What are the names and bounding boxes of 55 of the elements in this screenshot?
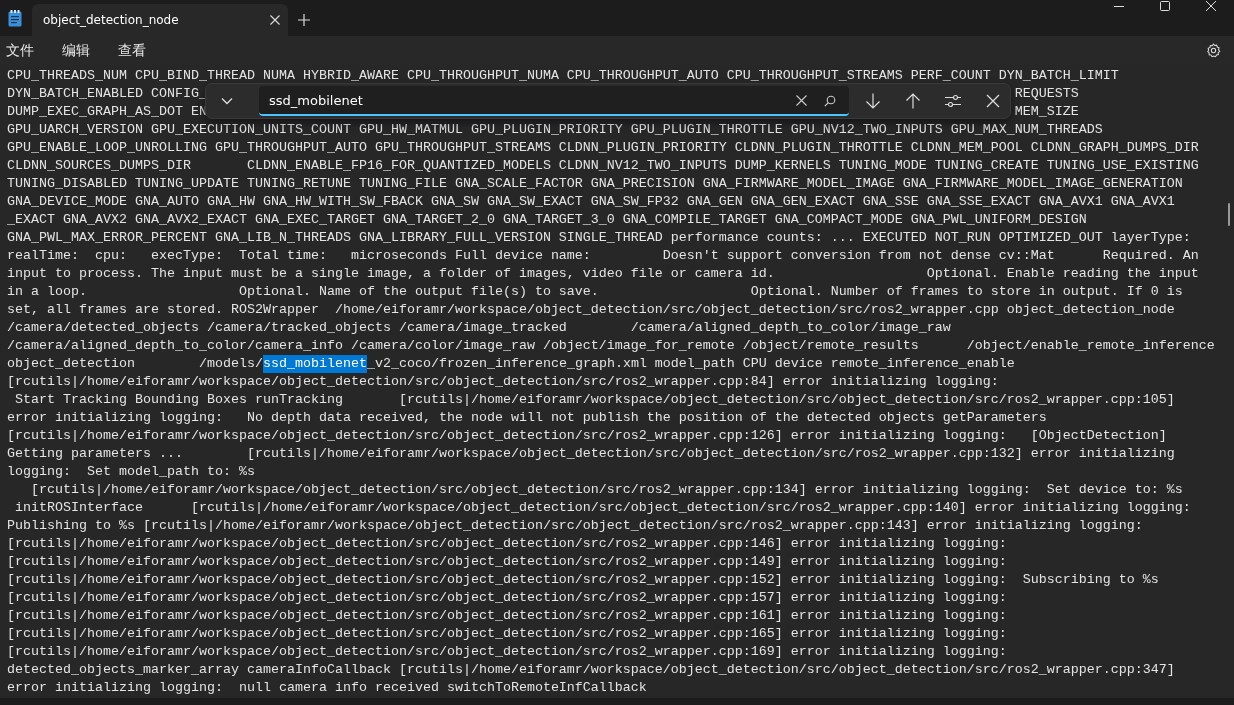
- text-line: Start Tracking Bounding Boxes runTracking [rcutils|/home/eiforamr/workspace/object_detection/src/object_detection/src/ros2_wrapper.cpp:105]: [14, 391, 1175, 409]
- sliders-icon[interactable]: [945, 93, 961, 109]
- text-line: CLDNN_SOURCES_DUMPS_DIR CLDNN_ENABLE_FP16_FOR_QUANTIZED_MODELS CLDNN_NV12_TWO_INPUTS DUMP_KERNELS TUNING_MODE TUNING_CREATE TUNING_USE_EXISTING: [7, 157, 1199, 175]
- text-line: input to process. The input must be a single image, a folder of images, video file or camera id. Optional. Enable reading the input: [7, 265, 1199, 283]
- text-line: [rcutils|/home/eiforamr/workspace/object_detection/src/object_detection/src/ros2_wrapper.cpp:84] error initializing logging:: [7, 373, 999, 391]
- text-line: GNA_DEVICE_MODE GNA_AUTO GNA_HW GNA_HW_WITH_SW_FBACK GNA_SW GNA_SW_EXACT GNA_SW_FP32 GNA_GEN GNA_GEN_EXACT GNA_SSE GNA_SSE_EXACT GNA_AVX1 GNA_AVX1: [7, 193, 1175, 211]
- text-line: initROSInterface [rcutils|/home/eiforamr/workspace/object_detection/src/object_detection/src/ros2_wrapper.cpp:140] error initializing logging:: [14, 499, 1191, 517]
- notepad-icon: [8, 10, 22, 27]
- text-line: [rcutils|/home/eiforamr/workspace/object_detection/src/object_detection/src/ros2_wrapper.cpp:146] error initializing logging:: [7, 535, 1007, 553]
- search-icon[interactable]: [824, 95, 836, 107]
- text-line: realTime: cpu: execType: Total time: microseconds Full device name: Doesn't support conversion from not dense cv::Mat Required. An: [7, 247, 1199, 265]
- text-line: in a loop. Optional. Name of the output file(s) to save. Optional. Number of frames to store in output. If 0 is: [7, 283, 1183, 301]
- text-line: GPU_UARCH_VERSION GPU_EXECUTION_UNITS_COUNT GPU_HW_MATMUL GPU_PLUGIN_PRIORITY GPU_PLUGIN_THROTTLE GPU_NV12_TWO_INPUTS GPU_MAX_NUM_THREADS: [7, 121, 1103, 139]
- search-match: ssd_mobilenet: [262, 355, 367, 373]
- clear-icon[interactable]: [796, 95, 807, 106]
- text-line: DYN_BATCH_ENABLED CONFIG_: [7, 85, 207, 103]
- text-line: _v2_coco/frozen_inference_graph.xml model_path CPU device remote_inference_enable: [366, 355, 1015, 373]
- text-line: logging: Set model_path to: %s: [7, 463, 255, 481]
- arrow-up-icon[interactable]: [905, 93, 921, 109]
- text-line: set, all frames are stored. ROS2Wrapper /home/eiforamr/workspace/object_detection/src/object_detection/src/ros2_wrapper.cpp object_detection_node: [7, 301, 1175, 319]
- text-line: GPU_ENABLE_LOOP_UNROLLING GPU_THROUGHPUT_AUTO GPU_THROUGHPUT_STREAMS CLDNN_PLUGIN_PRIORITY CLDNN_PLUGIN_THROTTLE CLDNN_MEM_POOL CLDNN_GRAPH_DUMPS_DIR: [7, 139, 1199, 157]
- text-line: CPU_THREADS_NUM CPU_BIND_THREAD NUMA HYBRID_AWARE CPU_THROUGHPUT_NUMA CPU_THROUGHPUT_AUTO CPU_THROUGHPUT_STREAMS PERF_COUNT DYN_BATCH_LIMIT: [7, 67, 1119, 85]
- menu-item[interactable]: 编辑: [62, 41, 90, 60]
- text-line: [rcutils|/home/eiforamr/workspace/object_detection/src/object_detection/src/ros2_wrapper.cpp:161] error initializing logging:: [7, 607, 1007, 625]
- text-line: [rcutils|/home/eiforamr/workspace/object_detection/src/object_detection/src/ros2_wrapper.cpp:169] error initializing logging:: [7, 643, 1007, 661]
- tab[interactable]: object_detection_node: [32, 4, 288, 36]
- text-line: detected_objects_marker_array cameraInfoCallback [rcutils|/home/eiforamr/workspace/object_detection/src/object_detection/src/ros2_wrapper.cpp:347]: [7, 661, 1175, 679]
- text-line: GNA_PWL_MAX_ERROR_PERCENT GNA_LIB_N_THREADS GNA_LIBRARY_FULL_VERSION SINGLE_THREAD performance counts: ... EXECUTED NOT_RUN OPTIMIZED_OUT layerType:: [7, 229, 1191, 247]
- text-line: object_detection /models/: [7, 355, 263, 373]
- text-editor[interactable]: [0, 65, 1234, 698]
- menu-item[interactable]: 文件: [6, 41, 34, 60]
- text-line: Getting parameters ... [rcutils|/home/eiforamr/workspace/object_detection/src/object_detection/src/ros2_wrapper.cpp:132] error initializing: [7, 445, 1175, 463]
- text-line: Publishing to %s [rcutils|/home/eiforamr/workspace/object_detection/src/object_detection/src/ros2_wrapper.cpp:143] error initializing logging:: [7, 517, 1143, 535]
- close-icon[interactable]: [985, 93, 1001, 109]
- new-tab-icon[interactable]: [298, 14, 310, 26]
- text-line: /camera/aligned_depth_to_color/camera_info /camera/color/image_raw /object/image_for_remote /object/remote_results /object/enable_remote_inference: [7, 337, 1215, 355]
- menu-item[interactable]: 查看: [118, 41, 146, 60]
- text-line: TUNING_DISABLED TUNING_UPDATE TUNING_RETUNE TUNING_FILE GNA_SCALE_FACTOR GNA_PRECISION GNA_FIRMWARE_MODEL_IMAGE GNA_FIRMWARE_MODEL_IMAGE_GENERATION: [7, 175, 1183, 193]
- text-line: MEM_SIZE: [1014, 103, 1079, 121]
- text-line: [rcutils|/home/eiforamr/workspace/object_detection/src/object_detection/src/ros2_wrapper.cpp:134] error initializing logging: Set device to: %s: [30, 481, 1183, 499]
- settings-icon[interactable]: [1206, 43, 1221, 58]
- text-line: [rcutils|/home/eiforamr/workspace/object_detection/src/object_detection/src/ros2_wrapper.cpp:165] error initializing logging:: [7, 625, 1007, 643]
- text-line: error initializing logging: null camera info received switchToRemoteInfCallback: [7, 679, 647, 697]
- search-field[interactable]: ssd_mobilenet: [259, 86, 849, 116]
- text-line: [rcutils|/home/eiforamr/workspace/object_detection/src/object_detection/src/ros2_wrapper.cpp:126] error initializing logging: [ObjectDetection]: [7, 427, 1167, 445]
- text-line: REQUESTS: [1014, 85, 1079, 103]
- arrow-down-icon[interactable]: [865, 93, 881, 109]
- close-icon[interactable]: [270, 15, 280, 25]
- text-line: [rcutils|/home/eiforamr/workspace/object_detection/src/object_detection/src/ros2_wrapper.cpp:152] error initializing logging: Subscribing to %s: [7, 571, 1159, 589]
- scrollbar-thumb[interactable]: [1228, 203, 1230, 226]
- text-line: error initializing logging: No depth data received, the node will not publish the position of the detected objects getParameters: [7, 409, 1047, 427]
- text-line: /camera/detected_objects /camera/tracked_objects /camera/image_tracked /camera/aligned_depth_to_color/image_raw: [7, 319, 951, 337]
- text-line: [rcutils|/home/eiforamr/workspace/object_detection/src/object_detection/src/ros2_wrapper.cpp:157] error initializing logging:: [7, 589, 1007, 607]
- text-line: _EXACT GNA_AVX2 GNA_AVX2_EXACT GNA_EXEC_TARGET GNA_TARGET_2_0 GNA_TARGET_3_0 GNA_COMPILE_TARGET GNA_COMPACT_MODE GNA_PWL_UNIFORM_DESIGN: [7, 211, 1087, 229]
- text-line: [rcutils|/home/eiforamr/workspace/object_detection/src/object_detection/src/ros2_wrapper.cpp:149] error initializing logging:: [7, 553, 1007, 571]
